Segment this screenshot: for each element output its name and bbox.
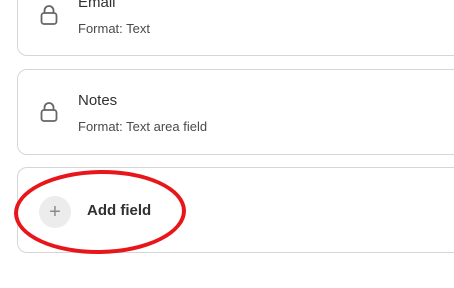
lock-icon [40, 102, 58, 122]
field-card-email[interactable]: Email Format: Text [17, 0, 454, 56]
add-field-button[interactable]: + Add field [17, 167, 454, 253]
field-list: Email Format: Text Notes Format: Text ar… [0, 0, 454, 288]
field-format: Format: Text [78, 21, 151, 36]
add-field-label: Add field [87, 202, 152, 219]
field-name: Email [78, 0, 116, 11]
field-card-notes[interactable]: Notes Format: Text area field [17, 69, 454, 155]
plus-icon: + [39, 196, 71, 228]
field-name: Notes [78, 92, 118, 109]
field-format: Format: Text area field [78, 119, 208, 134]
lock-icon [40, 5, 58, 25]
